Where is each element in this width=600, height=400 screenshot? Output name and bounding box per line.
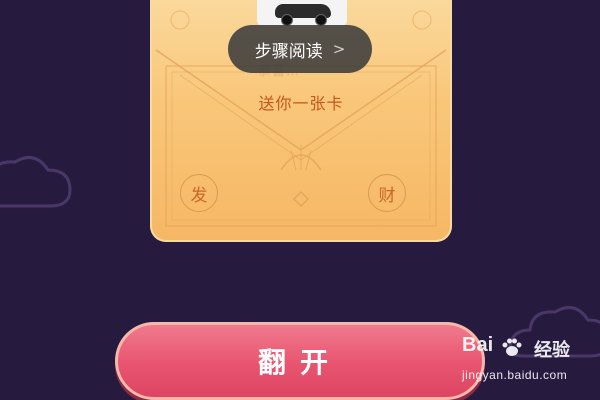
baidu-watermark: Bai 经验 jingyan.baidu.com — [462, 334, 592, 390]
cloud-decoration-left — [0, 156, 72, 208]
seal-left: 发 — [180, 174, 218, 212]
seal-right-label: 财 — [378, 185, 396, 206]
step-reading-button[interactable]: 步骤阅读 > — [228, 25, 372, 73]
flip-open-label: 翻开 — [257, 346, 342, 379]
card-subtitle: 送你一张卡 — [258, 94, 344, 113]
paw-icon — [502, 338, 522, 356]
car-thumbnail — [257, 0, 347, 26]
baidu-url-text: jingyan.baidu.com — [462, 368, 568, 382]
baidu-jingyan-text: 经验 — [534, 340, 570, 361]
chevron-right-icon: > — [332, 40, 346, 58]
seal-right: 财 — [368, 174, 406, 212]
step-reading-label: 步骤阅读 — [254, 41, 323, 62]
flip-open-button[interactable]: 翻开 — [115, 322, 485, 400]
baidu-logo-text: Bai — [462, 334, 494, 356]
seal-left-label: 发 — [190, 185, 208, 206]
